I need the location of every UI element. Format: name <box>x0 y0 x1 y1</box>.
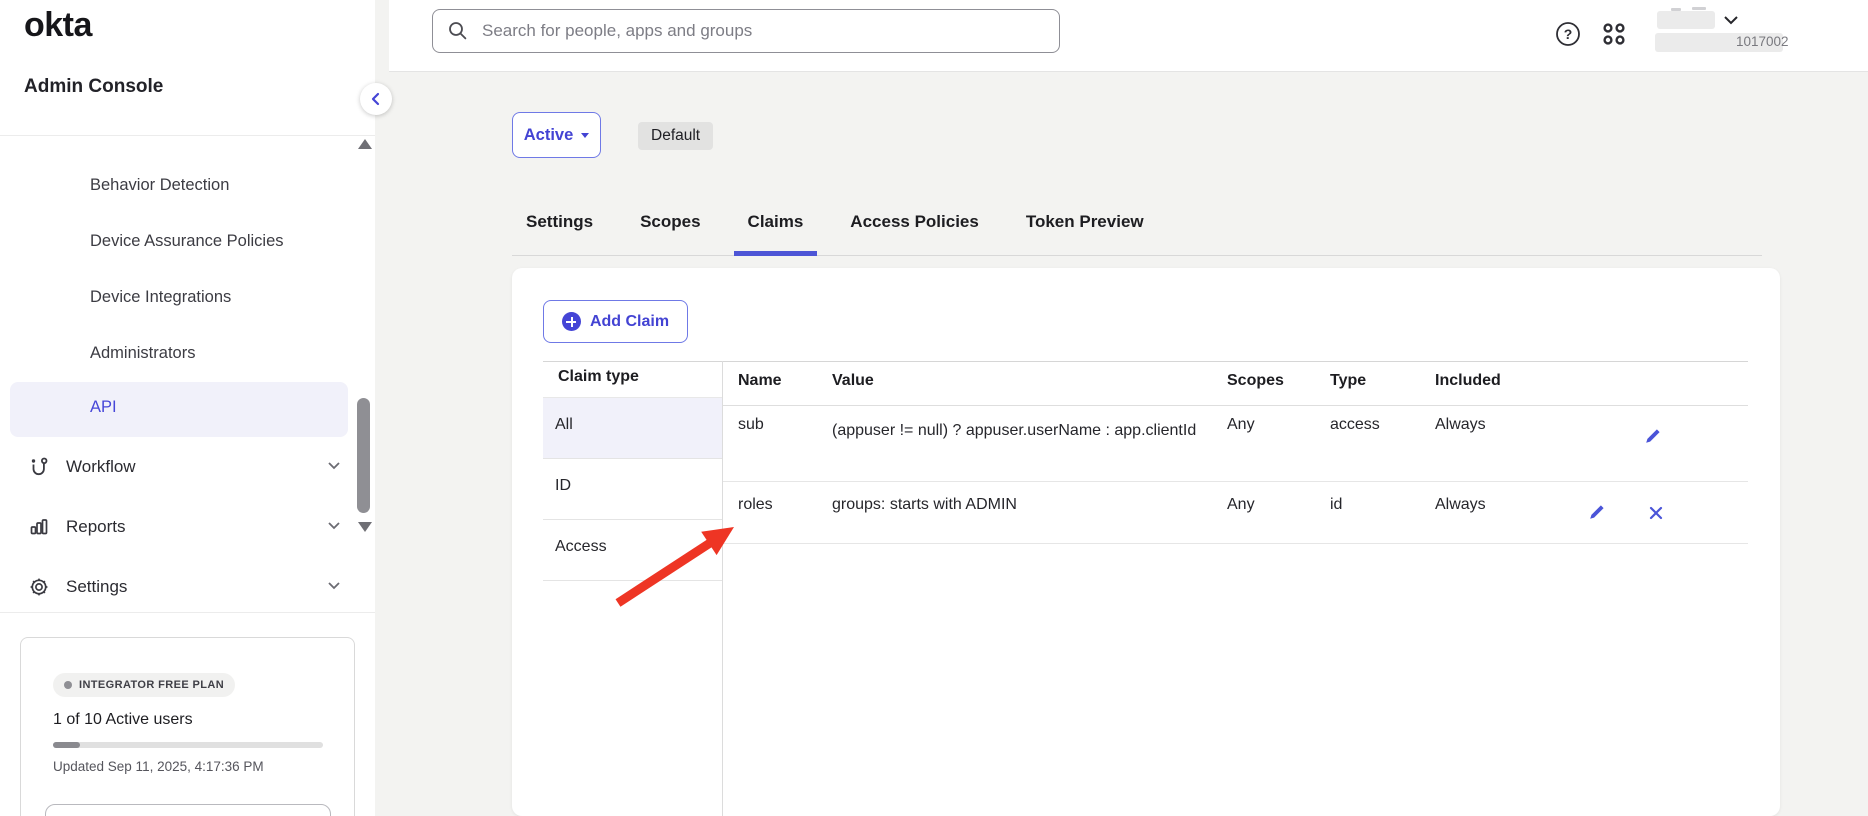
chevron-down-icon <box>327 578 341 596</box>
default-badge: Default <box>638 122 713 150</box>
claim-type-label: All <box>555 416 573 434</box>
redacted-username <box>1657 11 1715 29</box>
sidebar-item-device-integrations[interactable]: Device Integrations <box>90 285 231 309</box>
topbar: ? 1017002 <box>389 0 1868 72</box>
scroll-up-icon[interactable] <box>358 139 372 149</box>
plan-usage-progressbar <box>53 742 323 748</box>
tab-token-preview[interactable]: Token Preview <box>1012 190 1158 256</box>
status-label: Active <box>524 126 574 145</box>
row-border <box>723 543 1748 544</box>
close-icon <box>1648 505 1664 521</box>
plan-badge-label: INTEGRATOR FREE PLAN <box>79 679 224 691</box>
cell-included: Always <box>1435 496 1486 514</box>
claim-type-label: ID <box>555 477 571 495</box>
status-dropdown-button[interactable]: Active <box>512 112 601 158</box>
section-top-border <box>543 361 1748 362</box>
sidebar-item-administrators[interactable]: Administrators <box>90 341 195 365</box>
plan-status-dot-icon <box>64 681 72 689</box>
chevron-down-icon <box>1723 13 1739 27</box>
sidebar-section-settings[interactable]: Settings <box>20 565 355 609</box>
table-header-border <box>723 405 1748 406</box>
sidebar-divider-top <box>0 135 375 136</box>
tab-claims[interactable]: Claims <box>734 190 818 256</box>
search-input[interactable] <box>480 20 1049 42</box>
claim-type-all[interactable]: All <box>543 398 722 458</box>
sidebar-section-label: Workflow <box>66 457 327 477</box>
cell-value: (appuser != null) ? appuser.userName : a… <box>832 416 1217 446</box>
claims-panel: Add Claim Claim type All ID Access Name … <box>512 268 1780 816</box>
plan-usage-progress-fill <box>53 742 80 748</box>
sidebar-item-device-assurance-policies[interactable]: Device Assurance Policies <box>90 229 284 253</box>
sidebar-section-label: Reports <box>66 517 327 537</box>
cell-scopes: Any <box>1227 496 1255 514</box>
chevron-down-icon <box>327 518 341 536</box>
user-menu[interactable]: 1017002 <box>1644 4 1854 64</box>
cell-type: id <box>1330 496 1342 514</box>
chevron-down-icon <box>327 458 341 476</box>
redacted-email-fragment: 1017002 <box>1736 34 1789 49</box>
collapse-sidebar-button[interactable] <box>360 83 392 115</box>
delete-claim-button[interactable] <box>1648 505 1670 527</box>
cell-name: roles <box>738 496 773 514</box>
column-header-value: Value <box>832 372 874 390</box>
tab-bar: Settings Scopes Claims Access Policies T… <box>512 190 1762 256</box>
plan-badge: INTEGRATOR FREE PLAN <box>53 673 235 697</box>
cell-type: access <box>1330 416 1380 434</box>
okta-logo: okta <box>24 6 92 45</box>
claim-type-header: Claim type <box>558 368 639 386</box>
add-claim-button[interactable]: Add Claim <box>543 300 688 343</box>
scroll-down-icon[interactable] <box>358 522 372 532</box>
sidebar-item-api-label: API <box>90 398 117 417</box>
global-search <box>432 9 1060 53</box>
claim-type-divider <box>722 361 723 816</box>
reports-icon <box>28 516 50 538</box>
claim-type-label: Access <box>555 538 607 556</box>
plus-circle-icon <box>562 312 581 331</box>
plan-card: INTEGRATOR FREE PLAN 1 of 10 Active user… <box>20 637 355 816</box>
sidebar-section-reports[interactable]: Reports <box>20 505 355 549</box>
plan-card-button-cutoff[interactable] <box>45 804 331 816</box>
cell-name: sub <box>738 416 764 434</box>
sidebar-item-behavior-detection[interactable]: Behavior Detection <box>90 173 229 197</box>
help-button[interactable]: ? <box>1554 20 1582 48</box>
apps-grid-icon <box>1600 20 1628 48</box>
plan-usage-text: 1 of 10 Active users <box>53 711 193 729</box>
tab-scopes[interactable]: Scopes <box>626 190 714 256</box>
console-title: Admin Console <box>24 76 163 98</box>
sidebar: okta Admin Console Behavior Detection De… <box>0 0 375 816</box>
sidebar-scrollbar-thumb[interactable] <box>357 398 370 513</box>
apps-grid-button[interactable] <box>1600 20 1628 48</box>
row-border <box>723 481 1748 482</box>
claim-type-access[interactable]: Access <box>543 520 722 580</box>
sidebar-section-workflow[interactable]: Workflow <box>20 445 355 489</box>
tab-access-policies[interactable]: Access Policies <box>836 190 993 256</box>
redacted-text-fragment <box>1692 7 1706 10</box>
cell-scopes: Any <box>1227 416 1255 434</box>
add-claim-label: Add Claim <box>590 313 669 331</box>
column-header-type: Type <box>1330 372 1366 390</box>
gear-icon <box>28 576 50 598</box>
workflow-icon <box>28 456 50 478</box>
row-border <box>543 580 722 581</box>
cell-included: Always <box>1435 416 1486 434</box>
caret-down-icon <box>581 133 589 138</box>
sidebar-item-api[interactable]: API <box>10 382 348 437</box>
cell-value: groups: starts with ADMIN <box>832 496 1217 514</box>
pencil-icon <box>1587 502 1607 522</box>
chevron-left-icon <box>369 91 383 107</box>
column-header-included: Included <box>1435 372 1501 390</box>
search-icon <box>447 20 469 42</box>
help-glyph: ? <box>1554 20 1582 48</box>
sidebar-section-label: Settings <box>66 577 327 597</box>
edit-claim-button[interactable] <box>1587 502 1609 524</box>
pencil-icon <box>1643 426 1663 446</box>
okta-admin-console: okta Admin Console Behavior Detection De… <box>0 0 1868 816</box>
plan-updated-text: Updated Sep 11, 2025, 4:17:36 PM <box>53 759 264 774</box>
column-header-scopes: Scopes <box>1227 372 1284 390</box>
column-header-name: Name <box>738 372 782 390</box>
edit-claim-button[interactable] <box>1643 426 1665 448</box>
sidebar-divider-bottom <box>0 612 375 613</box>
tab-settings[interactable]: Settings <box>512 190 607 256</box>
claim-type-id[interactable]: ID <box>543 459 722 519</box>
